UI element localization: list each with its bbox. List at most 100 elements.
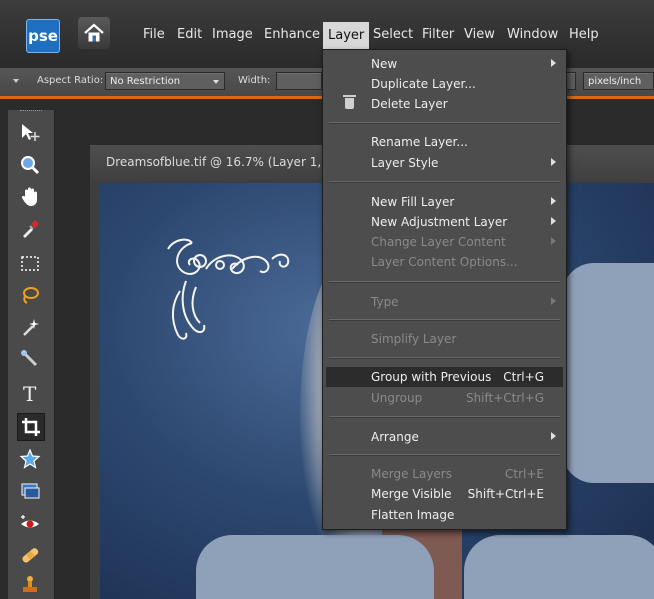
magic-wand-tool-icon[interactable] (17, 314, 43, 340)
redacted-region (196, 535, 434, 599)
menu-item-label: Type (371, 295, 399, 309)
menu-item-new-fill-layer[interactable]: New Fill Layer (323, 192, 566, 212)
submenu-arrow-icon (551, 158, 556, 166)
redacted-region (562, 263, 654, 483)
document-title: Dreamsofblue.tif @ 16.7% (Layer 1, R (106, 155, 334, 169)
menu-layer[interactable]: Layer (323, 22, 370, 50)
menu-item-group-with-previous[interactable]: Group with Previous Ctrl+G (326, 367, 563, 387)
menu-item-delete-layer[interactable]: Delete Layer (323, 94, 566, 114)
menu-item-label: Flatten Image (371, 508, 455, 522)
cookie-cutter-tool-icon[interactable] (17, 446, 43, 472)
menu-item-type[interactable]: Type (323, 292, 566, 312)
menu-item-flatten-image[interactable]: Flatten Image (323, 505, 566, 525)
redacted-region (464, 535, 654, 599)
menu-filter[interactable]: Filter (422, 27, 454, 42)
menu-item-ungroup[interactable]: Ungroup Shift+Ctrl+G (323, 388, 566, 408)
resolution-unit-select[interactable]: pixels/inch (583, 72, 654, 90)
lasso-tool-icon[interactable] (17, 282, 43, 308)
crop-tool-icon[interactable] (17, 413, 45, 441)
menu-separator (329, 319, 560, 321)
resolution-input[interactable] (566, 72, 576, 90)
resolution-unit-value: pixels/inch (588, 76, 642, 87)
menu-item-merge-layers[interactable]: Merge Layers Ctrl+E (323, 464, 566, 484)
menu-item-shortcut: Ctrl+G (503, 370, 544, 384)
menu-item-label: Ungroup (371, 391, 423, 405)
menu-item-new[interactable]: New (323, 54, 566, 74)
svg-text:T: T (23, 382, 37, 404)
menu-file[interactable]: File (143, 27, 165, 42)
red-eye-tool-icon[interactable] (17, 510, 43, 536)
submenu-arrow-icon (551, 197, 556, 205)
menu-item-shortcut: Shift+Ctrl+E (467, 487, 544, 501)
submenu-arrow-icon (551, 297, 556, 305)
menu-separator (329, 454, 560, 456)
menu-item-rename-layer[interactable]: Rename Layer... (323, 132, 566, 152)
submenu-arrow-icon (551, 432, 556, 440)
menu-item-label: Change Layer Content (371, 235, 506, 249)
chevron-down-icon (213, 80, 219, 84)
width-label: Width: (238, 75, 271, 86)
menu-item-label: Merge Layers (371, 467, 452, 481)
clone-stamp-tool-icon[interactable] (17, 572, 43, 598)
menu-item-simplify-layer[interactable]: Simplify Layer (323, 329, 566, 349)
menu-item-label: New Adjustment Layer (371, 215, 508, 229)
menu-help[interactable]: Help (569, 27, 599, 42)
straighten-tool-icon[interactable] (17, 478, 43, 504)
menu-separator (329, 281, 560, 283)
app-logo: pse (26, 19, 60, 53)
menu-item-shortcut: Ctrl+E (505, 467, 544, 481)
layer-menu-dropdown: New Duplicate Layer... Delete Layer Rena… (322, 49, 567, 530)
submenu-arrow-icon (551, 237, 556, 245)
menu-item-label: Layer Style (371, 156, 439, 170)
submenu-arrow-icon (551, 217, 556, 225)
submenu-arrow-icon (551, 59, 556, 67)
menu-item-label: Delete Layer (371, 97, 448, 111)
menu-separator (329, 416, 560, 418)
menu-item-label: Arrange (371, 430, 419, 444)
type-tool-icon[interactable]: T (17, 380, 43, 406)
options-menu-icon[interactable] (13, 79, 19, 83)
menu-edit[interactable]: Edit (177, 27, 202, 42)
menu-item-shortcut: Shift+Ctrl+G (465, 391, 544, 405)
menu-item-label: New Fill Layer (371, 195, 455, 209)
hand-tool-icon[interactable] (17, 184, 43, 210)
toolbox: T (8, 110, 55, 599)
aspect-ratio-label: Aspect Ratio: (37, 75, 104, 86)
toolbox-grip[interactable] (20, 110, 42, 113)
home-icon (84, 23, 104, 42)
menu-item-merge-visible[interactable]: Merge Visible Shift+Ctrl+E (323, 484, 566, 504)
menu-item-layer-style[interactable]: Layer Style (323, 153, 566, 173)
menu-item-change-layer-content[interactable]: Change Layer Content (323, 232, 566, 252)
menu-item-label: Simplify Layer (371, 332, 457, 346)
menu-item-label: Merge Visible (371, 487, 452, 501)
menu-image[interactable]: Image (212, 27, 253, 42)
menu-item-layer-content-options[interactable]: Layer Content Options... (323, 252, 566, 272)
menu-item-label: Layer Content Options... (371, 255, 518, 269)
menu-select[interactable]: Select (373, 27, 413, 42)
menu-item-label: Duplicate Layer... (371, 77, 476, 91)
quick-selection-tool-icon[interactable] (17, 346, 43, 372)
menu-separator (329, 122, 560, 124)
width-input[interactable] (276, 72, 322, 90)
healing-brush-tool-icon[interactable] (17, 542, 43, 568)
menu-item-label: Rename Layer... (371, 135, 468, 149)
home-button[interactable] (78, 17, 110, 49)
eyedropper-tool-icon[interactable] (17, 216, 43, 242)
menu-window[interactable]: Window (507, 27, 558, 42)
swirl-ornament (167, 238, 290, 340)
menu-item-duplicate-layer[interactable]: Duplicate Layer... (323, 74, 566, 94)
menu-enhance[interactable]: Enhance (264, 27, 320, 42)
aspect-ratio-value: No Restriction (110, 76, 181, 87)
menu-item-arrange[interactable]: Arrange (323, 427, 566, 447)
marquee-tool-icon[interactable] (17, 250, 43, 276)
zoom-tool-icon[interactable] (17, 152, 43, 178)
trash-icon (343, 95, 356, 109)
menu-separator (329, 357, 560, 359)
menu-view[interactable]: View (464, 27, 495, 42)
menu-separator (329, 181, 560, 183)
move-tool-icon[interactable] (17, 120, 43, 146)
aspect-ratio-select[interactable]: No Restriction (105, 72, 225, 90)
menu-item-new-adjustment-layer[interactable]: New Adjustment Layer (323, 212, 566, 232)
menu-item-label: Group with Previous (371, 370, 492, 384)
menu-item-label: New (371, 57, 398, 71)
